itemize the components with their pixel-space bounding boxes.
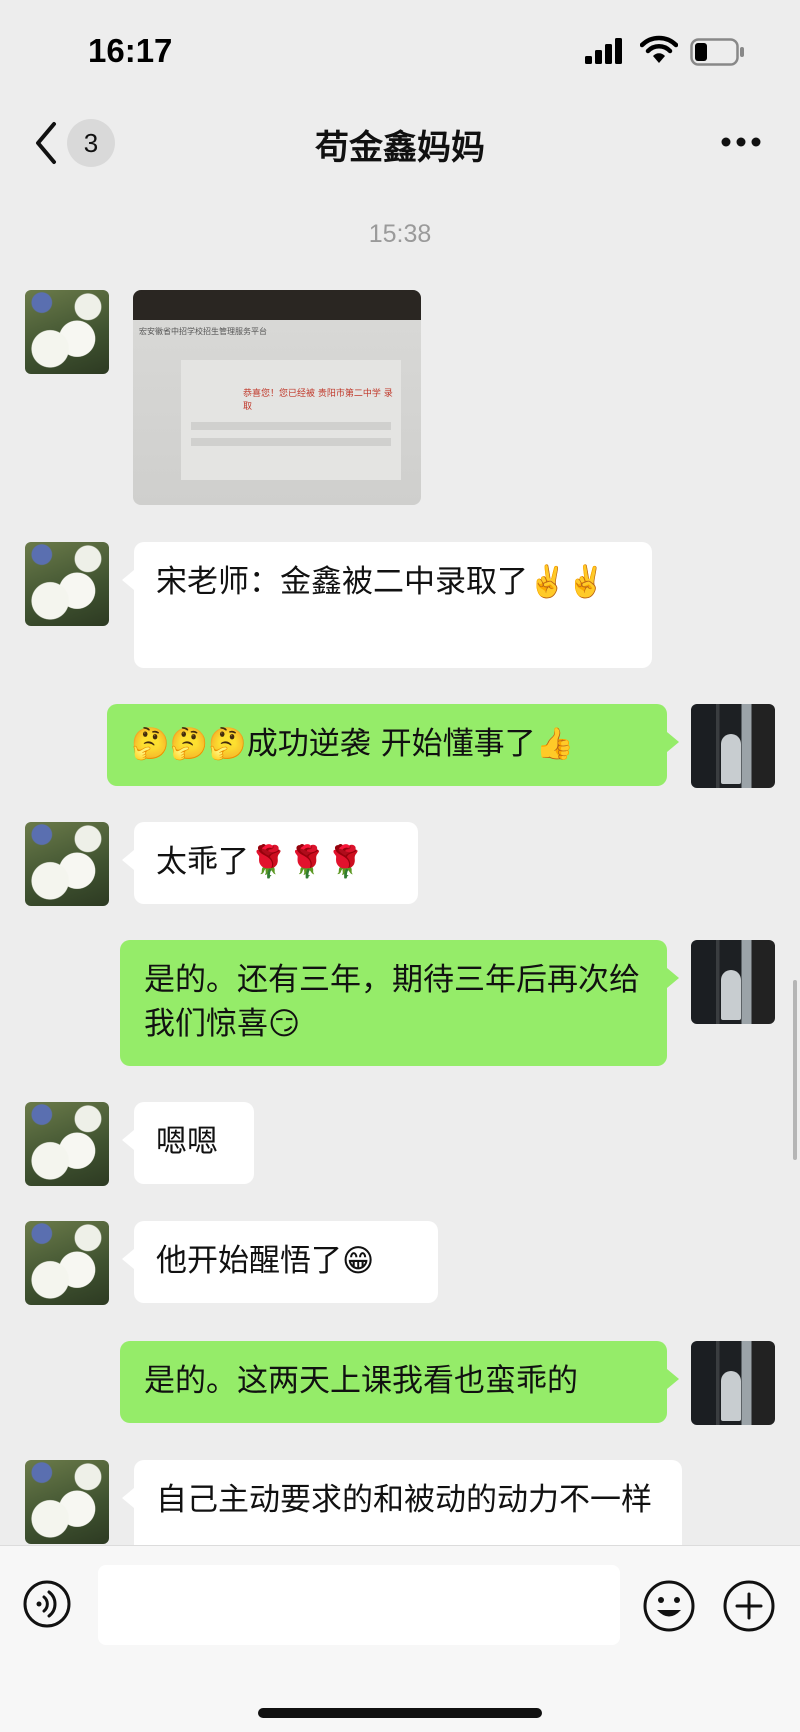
scroll-indicator[interactable] <box>793 980 797 1160</box>
contact-avatar[interactable] <box>25 822 109 906</box>
message-bubble[interactable]: 🤔🤔🤔成功逆袭 开始懂事了👍 <box>107 704 679 786</box>
image-screen-row <box>191 438 391 446</box>
status-bar: 16:17 <box>0 0 800 100</box>
message-bubble[interactable]: 嗯嗯 <box>122 1102 254 1184</box>
wifi-icon <box>640 35 678 63</box>
image-screen-text: 恭喜您！您已经被 贵阳市第二中学 录取 <box>243 389 393 412</box>
plus-icon[interactable] <box>722 1579 776 1633</box>
message-bubble[interactable]: 太乖了🌹🌹🌹 <box>122 822 418 904</box>
message-bubble[interactable]: 是的。这两天上课我看也蛮乖的 <box>120 1341 679 1423</box>
home-indicator[interactable] <box>258 1708 542 1718</box>
input-bar <box>0 1545 800 1732</box>
chat-title: 苟金鑫妈妈 <box>315 128 485 168</box>
contact-avatar[interactable] <box>25 290 109 374</box>
battery-icon <box>690 38 744 66</box>
voice-icon[interactable] <box>22 1579 72 1629</box>
contact-avatar[interactable] <box>25 1102 109 1186</box>
contact-avatar[interactable] <box>25 1460 109 1544</box>
image-screen-title: 宏安徽省中招学校招生管理服务平台 <box>139 327 267 336</box>
status-time: 16:17 <box>88 32 173 69</box>
more-icon[interactable] <box>720 136 762 148</box>
self-avatar[interactable] <box>691 1341 775 1425</box>
contact-avatar[interactable] <box>25 1221 109 1305</box>
contact-avatar[interactable] <box>25 542 109 626</box>
message-input[interactable] <box>98 1565 620 1645</box>
self-avatar[interactable] <box>691 704 775 788</box>
message-bubble[interactable]: 宋老师：金鑫被二中录取了✌️✌️ <box>122 542 652 668</box>
self-avatar[interactable] <box>691 940 775 1024</box>
image-screen-row <box>191 422 391 430</box>
signal-icon <box>585 38 622 64</box>
emoji-icon[interactable] <box>642 1579 696 1633</box>
image-message[interactable]: 宏安徽省中招学校招生管理服务平台 恭喜您！您已经被 贵阳市第二中学 录取 <box>133 290 421 505</box>
message-bubble[interactable]: 他开始醒悟了😁 <box>122 1221 438 1303</box>
message-bubble[interactable]: 自己主动要求的和被动的动力不一样 <box>122 1460 682 1545</box>
message-bubble[interactable]: 是的。还有三年，期待三年后再次给我们惊喜😏 <box>120 940 679 1066</box>
chat-area[interactable]: 宏安徽省中招学校招生管理服务平台 恭喜您！您已经被 贵阳市第二中学 录取 宋老师… <box>0 190 800 1545</box>
image-screen-panel: 恭喜您！您已经被 贵阳市第二中学 录取 <box>181 360 401 480</box>
